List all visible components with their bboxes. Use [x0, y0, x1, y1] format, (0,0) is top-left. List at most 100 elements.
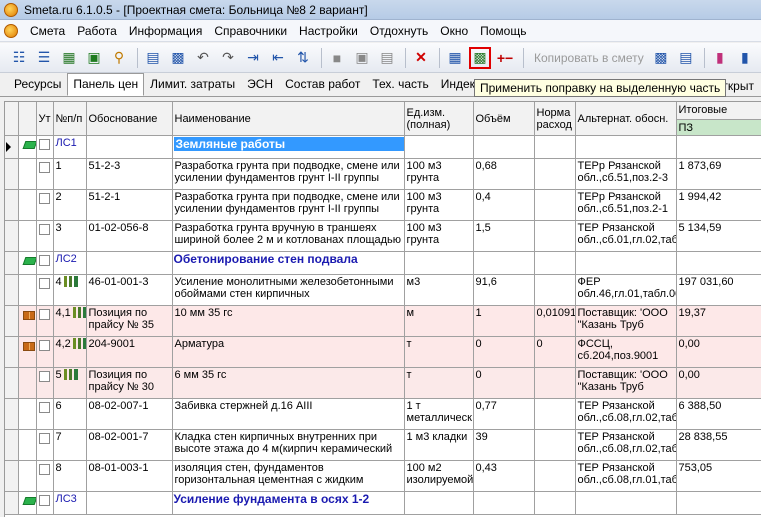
- table-row[interactable]: 4 46-01-001-3 Усиление монолитными железоб…: [5, 274, 761, 306]
- cell-num[interactable]: 4,2: [53, 336, 87, 368]
- tree-icon[interactable]: ☷: [8, 47, 30, 69]
- cell-norm[interactable]: [534, 220, 576, 252]
- cell-name[interactable]: Забивка стержней д.16 AIII: [172, 398, 405, 430]
- delete-undo-icon[interactable]: ↷: [217, 47, 239, 69]
- row-checkbox[interactable]: [38, 371, 50, 382]
- copy2-icon[interactable]: ▤: [675, 47, 697, 69]
- cell-num[interactable]: 3: [53, 220, 87, 252]
- cell-basis[interactable]: 51-2-1: [86, 189, 173, 221]
- search-icon[interactable]: ⚲: [108, 47, 130, 69]
- cell-total[interactable]: 197 031,60: [676, 274, 761, 306]
- header-basis[interactable]: Обоснование: [86, 102, 173, 136]
- cell-volume[interactable]: 0: [473, 336, 535, 368]
- section-name-cell[interactable]: Усиление фундамента в осях 1-2: [172, 491, 405, 515]
- copy-icon[interactable]: ▩: [650, 47, 672, 69]
- row-checkbox[interactable]: [38, 495, 50, 506]
- cell-norm[interactable]: 0,01091: [534, 305, 576, 337]
- cell-name[interactable]: 10 мм 35 гс: [172, 305, 405, 337]
- cell-num[interactable]: 7: [53, 429, 87, 461]
- box-icon[interactable]: ■: [326, 47, 348, 69]
- cell-volume[interactable]: 0,68: [473, 158, 535, 190]
- cell-basis[interactable]: Позиция по прайсу № 35: [86, 305, 173, 337]
- tab-sostav-rabot[interactable]: Состав работ: [279, 73, 366, 96]
- cell-norm[interactable]: [534, 274, 576, 306]
- row-checkbox-cell[interactable]: [36, 135, 54, 159]
- cell-num[interactable]: 4: [53, 274, 87, 306]
- table-row[interactable]: 8 08-01-003-1 изоляция стен, фундаментов г…: [5, 460, 761, 492]
- tree-add-icon[interactable]: ☰: [33, 47, 55, 69]
- cell-alt[interactable]: ТЕР Рязанской обл.,сб.08,гл.01,таб: [575, 460, 677, 492]
- header-norm[interactable]: Норма расход: [534, 102, 576, 136]
- cell-alt[interactable]: ТЕР Рязанской обл.,сб.08,гл.02,таб: [575, 398, 677, 430]
- cell-volume[interactable]: 91,6: [473, 274, 535, 306]
- header-num[interactable]: №п/п: [53, 102, 87, 136]
- table-icon[interactable]: ▦: [58, 47, 80, 69]
- cell-unit[interactable]: м3: [404, 274, 474, 306]
- menu-pomoshch[interactable]: Помощь: [474, 24, 532, 38]
- section-name-cell[interactable]: Земляные работы: [172, 135, 405, 159]
- menu-informatsiya[interactable]: Информация: [123, 24, 208, 38]
- header-alt[interactable]: Альтернат. обосн.: [575, 102, 677, 136]
- header-total[interactable]: Итоговые ПЗ: [676, 102, 761, 136]
- save-icon[interactable]: ▤: [142, 47, 164, 69]
- row-checkbox-cell[interactable]: [36, 460, 54, 492]
- row-checkbox[interactable]: [38, 402, 50, 413]
- table-row[interactable]: 2 51-2-1 Разработка грунта при подводке, с…: [5, 189, 761, 221]
- undo-icon[interactable]: ↶: [192, 47, 214, 69]
- cell-alt[interactable]: Поставщик: 'ООО "Казань Труб: [575, 305, 677, 337]
- table-row[interactable]: 7 08-02-001-7 Кладка стен кирпичных внутре…: [5, 429, 761, 461]
- cell-total[interactable]: 0,00: [676, 336, 761, 368]
- header-ut[interactable]: Ут: [36, 102, 54, 136]
- excel-icon[interactable]: ▣: [83, 47, 105, 69]
- cell-norm[interactable]: [534, 189, 576, 221]
- menu-smeta[interactable]: Смета: [24, 24, 71, 38]
- system-menu-icon[interactable]: [4, 23, 18, 38]
- cell-basis[interactable]: 08-02-007-1: [86, 398, 173, 430]
- cell-unit[interactable]: 100 м3 грунта: [404, 189, 474, 221]
- row-checkbox-cell[interactable]: [36, 189, 54, 221]
- row-checkbox-cell[interactable]: [36, 336, 54, 368]
- cell-unit[interactable]: м: [404, 305, 474, 337]
- cell-num[interactable]: 6: [53, 398, 87, 430]
- row-checkbox[interactable]: [38, 162, 50, 173]
- cell-norm[interactable]: [534, 429, 576, 461]
- apply-correction-icon[interactable]: ▩: [469, 46, 491, 69]
- cell-total[interactable]: 5 134,59: [676, 220, 761, 252]
- tab-resursy[interactable]: Ресурсы: [8, 73, 67, 96]
- tab-esn[interactable]: ЭСН: [241, 73, 279, 96]
- paste-icon[interactable]: ▤: [376, 47, 398, 69]
- cell-alt[interactable]: ФЕР обл.46,гл.01,табл.00: [575, 274, 677, 306]
- menu-otdokhnut[interactable]: Отдохнуть: [364, 24, 434, 38]
- row-checkbox[interactable]: [38, 464, 50, 475]
- cell-volume[interactable]: 1: [473, 305, 535, 337]
- cell-norm[interactable]: [534, 158, 576, 190]
- delete-icon[interactable]: ✕: [410, 47, 432, 69]
- cell-norm[interactable]: [534, 367, 576, 399]
- cell-volume[interactable]: 0,4: [473, 189, 535, 221]
- cell-total[interactable]: 0,00: [676, 367, 761, 399]
- menu-nastroyki[interactable]: Настройки: [293, 24, 364, 38]
- cell-total[interactable]: 19,37: [676, 305, 761, 337]
- row-checkbox-cell[interactable]: [36, 367, 54, 399]
- move-icon[interactable]: ⇅: [292, 47, 314, 69]
- row-checkbox[interactable]: [38, 340, 50, 351]
- section-row[interactable]: ЛС2 Обетонирование стен подвала: [5, 251, 761, 275]
- cell-name[interactable]: Разработка грунта при подводке, смене ил…: [172, 158, 405, 190]
- table-row[interactable]: 3 01-02-056-8 Разработка грунта вручную в …: [5, 220, 761, 252]
- cell-basis[interactable]: 08-01-003-1: [86, 460, 173, 492]
- resource-row[interactable]: 4,1 Позиция по прайсу № 35 10 мм 35 гс м 1 0,…: [5, 305, 761, 337]
- menu-rabota[interactable]: Работа: [71, 24, 123, 38]
- tab-panel-tsen[interactable]: Панель цен: [67, 73, 145, 96]
- cell-total[interactable]: 753,05: [676, 460, 761, 492]
- calculator-icon[interactable]: ▦: [444, 47, 466, 69]
- row-checkbox[interactable]: [38, 309, 50, 320]
- cell-unit[interactable]: 100 м2 изолируемой: [404, 460, 474, 492]
- cell-basis[interactable]: 51-2-3: [86, 158, 173, 190]
- section-name-cell[interactable]: Обетонирование стен подвала: [172, 251, 405, 275]
- cell-norm[interactable]: 0: [534, 336, 576, 368]
- cell-total[interactable]: 1 873,69: [676, 158, 761, 190]
- add-minus-icon[interactable]: +−: [494, 47, 516, 69]
- row-checkbox[interactable]: [38, 278, 50, 289]
- cell-alt[interactable]: Поставщик: 'ООО "Казань Труб: [575, 367, 677, 399]
- book-blue-icon[interactable]: ▮: [734, 47, 756, 69]
